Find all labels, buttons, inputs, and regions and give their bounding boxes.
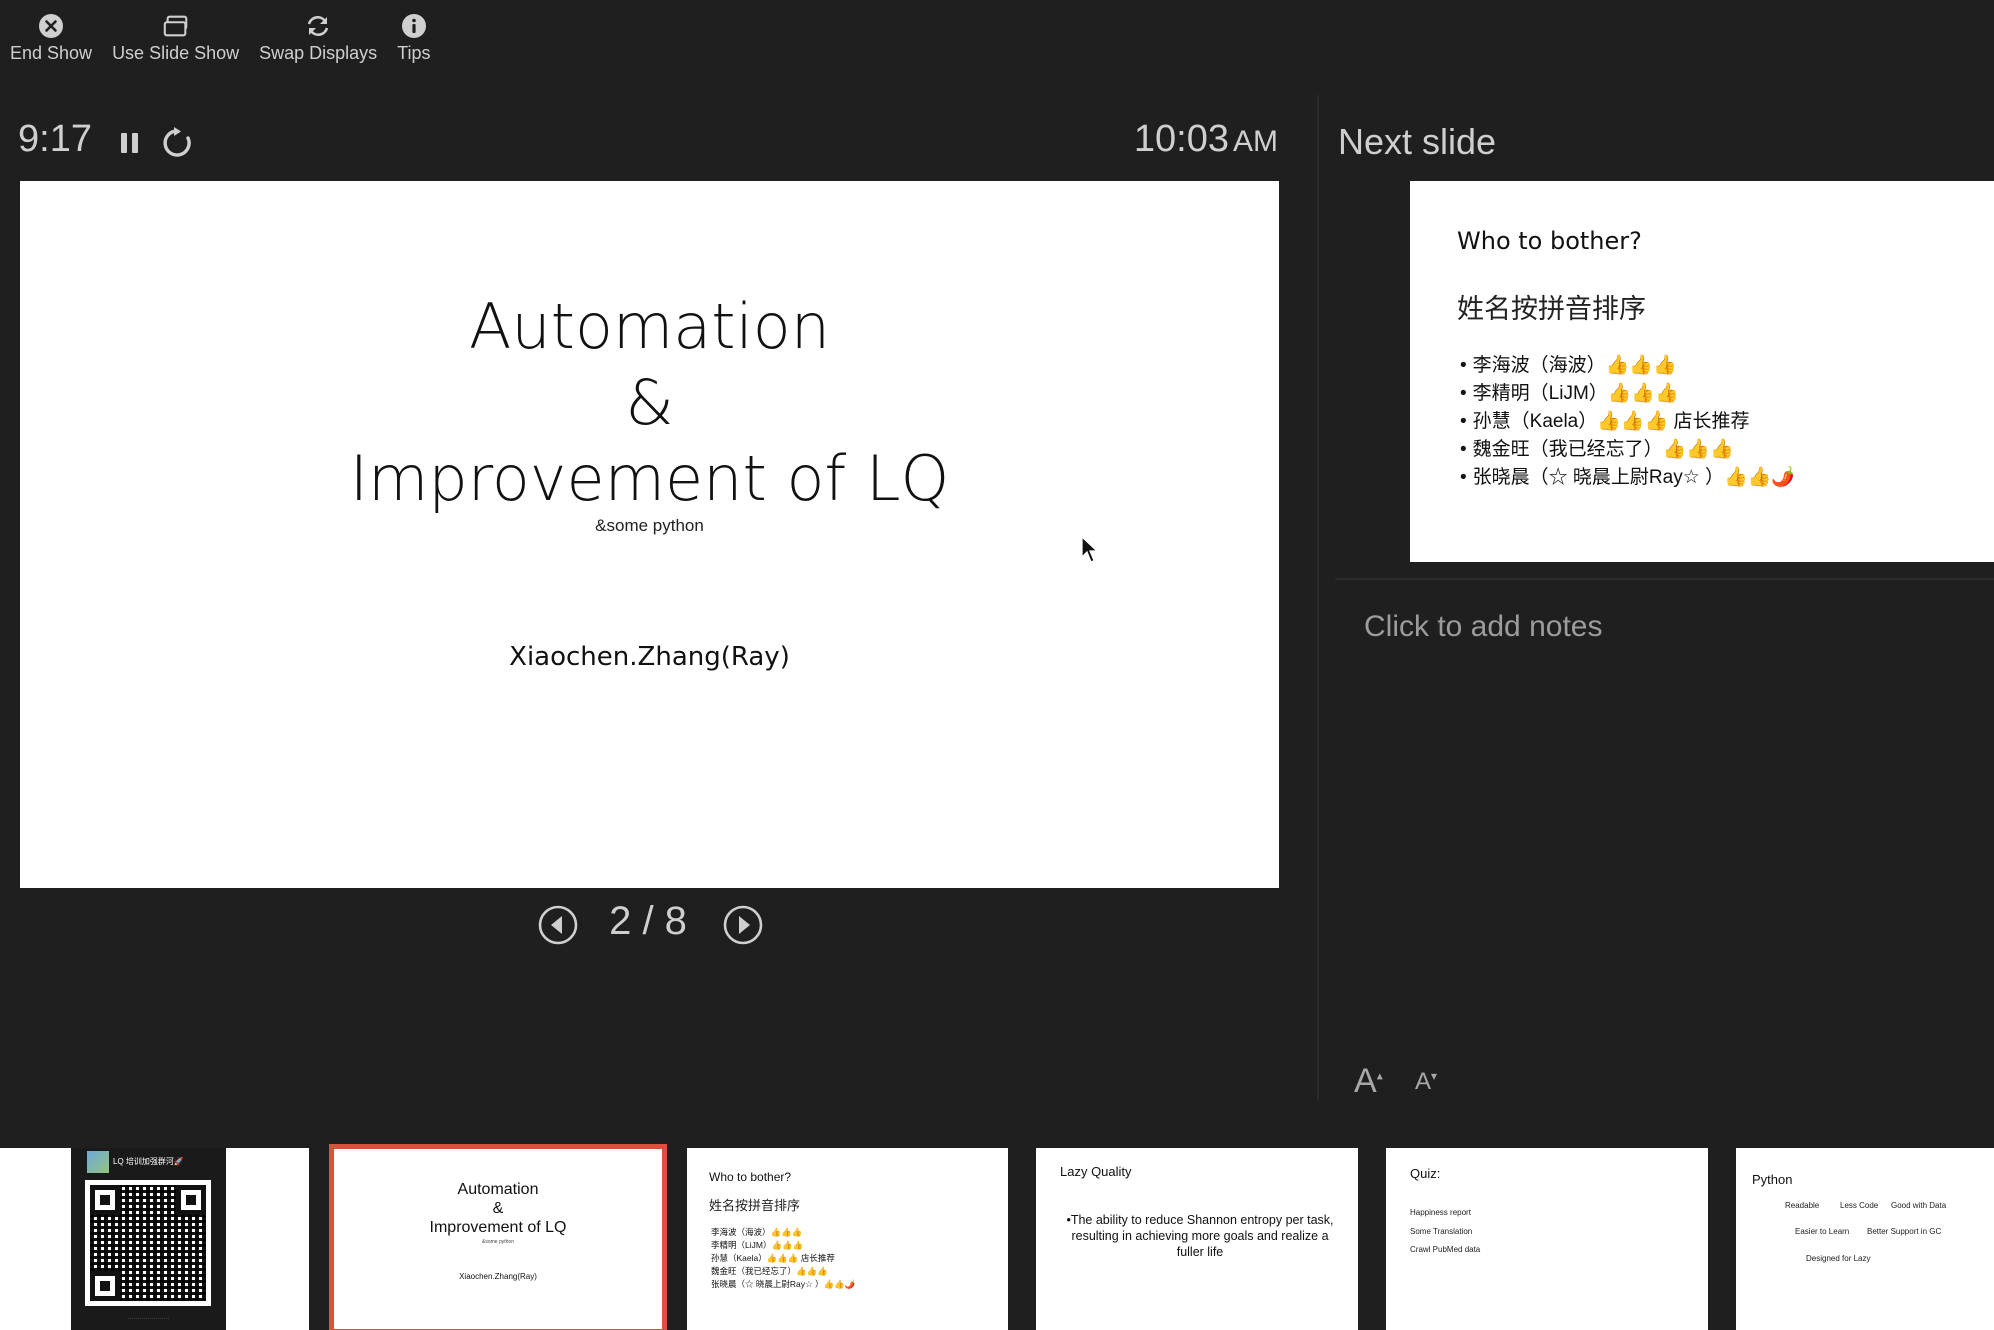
slide-subtitle: &some python (595, 516, 704, 535)
increase-font-button[interactable]: A▴ (1354, 1062, 1383, 1101)
use-slide-show-label: Use Slide Show (112, 43, 240, 63)
slide-thumbnail-1[interactable]: LQ 培训加强群河🚀 ····················· (0, 1148, 309, 1330)
end-show-label: End Show (10, 43, 93, 63)
list-item: 李精明（LiJM）👍👍👍 (1460, 380, 1795, 408)
end-show-button[interactable]: End Show (0, 0, 102, 78)
thumb-author: Xiaochen.Zhang(Ray) (459, 1272, 537, 1281)
clock-ampm: AM (1233, 125, 1278, 158)
decrease-font-button[interactable]: A▾ (1415, 1068, 1437, 1096)
window-stack-icon (162, 12, 190, 40)
next-arrow-icon (723, 905, 763, 945)
list-item: 李精明（LiJM）👍👍👍 (711, 1240, 804, 1250)
list-item: 孙慧（Kaela）👍👍👍 店长推荐 (1460, 408, 1795, 436)
thumb-title-line2: & (492, 1200, 504, 1217)
thumb-list: Happiness report Some Translation Crawl … (1410, 1204, 1480, 1260)
thumb-title-line1: Automation (457, 1181, 539, 1198)
slide-title-line2: & (625, 366, 674, 439)
thumb-title: Automation & Improvement of LQ (333, 1180, 663, 1237)
list-item: Some Translation (1410, 1226, 1473, 1236)
next-slide-subtitle: 姓名按拼音排序 (1457, 294, 1646, 324)
thumb-list: 李海波（海波）👍👍👍 李精明（LiJM）👍👍👍 孙慧（Kaela）👍👍👍 店长推… (711, 1226, 855, 1291)
thumb-title: Quiz: (1410, 1166, 1441, 1181)
slide-filmstrip: LQ 培训加强群河🚀 ····················· Automat… (0, 1140, 1994, 1330)
close-circle-icon (37, 12, 65, 40)
next-slide-title: Who to bother? (1457, 227, 1642, 255)
list-item: 孙慧（Kaela）👍👍👍 店长推荐 (711, 1253, 835, 1263)
notes-field[interactable]: Click to add notes (1364, 610, 1602, 644)
notes-divider (1335, 578, 1994, 580)
toolbar: End Show Use Slide Show Swap Displays Ti… (0, 0, 441, 78)
thumb-subtitle: 姓名按拼音排序 (709, 1198, 801, 1213)
swap-icon (304, 12, 332, 40)
swap-displays-label: Swap Displays (259, 43, 378, 63)
qr-card: LQ 培训加强群河🚀 ····················· (71, 1148, 226, 1330)
info-icon (400, 12, 428, 40)
restart-icon (163, 127, 191, 157)
qr-footer: ····················· (127, 1316, 170, 1322)
next-slide-heading: Next slide (1338, 121, 1497, 162)
slide-thumbnail-2[interactable]: Automation & Improvement of LQ &some pyt… (329, 1144, 667, 1330)
slide-thumbnail-5[interactable]: Quiz: Happiness report Some Translation … (1386, 1148, 1708, 1330)
previous-arrow-icon (538, 905, 578, 945)
thumb-subtitle: &some python (482, 1239, 514, 1245)
clock-time: 10:03 (1133, 118, 1229, 160)
panel-divider[interactable] (1317, 95, 1319, 1100)
slide-title-line1: Automation (468, 290, 831, 363)
list-item: 李海波（海波）👍👍👍 (711, 1227, 803, 1237)
list-item: 李海波（海波）👍👍👍 (1460, 352, 1795, 380)
slide-author: Xiaochen.Zhang(Ray) (509, 642, 790, 672)
python-tag: Designed for Lazy (1806, 1254, 1871, 1263)
elapsed-timer: 9:17 (18, 118, 92, 160)
increase-font-label: A (1354, 1062, 1377, 1100)
list-item: 张晓晨（☆ 晓晨上尉Ray☆ ）👍👍🌶️ (711, 1279, 856, 1289)
python-tag: Less Code (1840, 1201, 1879, 1210)
slide-thumbnail-4[interactable]: Lazy Quality •The ability to reduce Shan… (1036, 1148, 1358, 1330)
thumb-title: Who to bother? (709, 1170, 792, 1184)
slide-title-line3: Improvement of LQ (349, 442, 950, 515)
slide-thumbnail-3[interactable]: Who to bother? 姓名按拼音排序 李海波（海波）👍👍👍 李精明（Li… (687, 1148, 1008, 1330)
list-item: 张晓晨（☆ 晓晨上尉Ray☆ ）👍👍🌶️ (1460, 464, 1795, 492)
use-slide-show-button[interactable]: Use Slide Show (102, 0, 249, 78)
slide-thumbnail-6[interactable]: Python Readable Less Code Good with Data… (1736, 1148, 1994, 1330)
next-slide-button[interactable] (723, 905, 763, 945)
thumb-title-line3: Improvement of LQ (429, 1219, 567, 1236)
list-item: Crawl PubMed data (1410, 1245, 1481, 1254)
list-item: Happiness report (1410, 1208, 1471, 1217)
python-tag: Easier to Learn (1795, 1227, 1850, 1236)
list-item: 魏金旺（我已经忘了）👍👍👍 (1460, 436, 1795, 464)
python-tag: Good with Data (1891, 1201, 1947, 1210)
pause-timer-button[interactable] (117, 130, 143, 156)
next-slide-list: 李海波（海波）👍👍👍 李精明（LiJM）👍👍👍 孙慧（Kaela）👍👍👍 店长推… (1460, 352, 1795, 492)
decrease-font-label: A (1415, 1068, 1432, 1095)
group-avatar (87, 1151, 109, 1173)
reset-timer-button[interactable] (160, 126, 194, 160)
swap-displays-button[interactable]: Swap Displays (249, 0, 387, 78)
thumb-body: •The ability to reduce Shannon entropy p… (1066, 1213, 1334, 1259)
pause-icon (121, 133, 138, 153)
python-tag: Better Support in GC (1867, 1227, 1942, 1236)
qr-code (85, 1180, 211, 1306)
slide-title: Automation & Improvement of LQ (20, 289, 1279, 517)
list-item: 魏金旺（我已经忘了）👍👍👍 (711, 1266, 828, 1276)
thumb-title: Lazy Quality (1060, 1164, 1132, 1179)
current-time: 10:03 AM (1134, 118, 1278, 161)
slide-counter: 2 / 8 (609, 899, 687, 943)
mouse-pointer-icon (1081, 535, 1099, 564)
qr-caption: LQ 培训加强群河🚀 (113, 1157, 184, 1166)
current-slide[interactable]: Automation & Improvement of LQ &some pyt… (20, 181, 1279, 888)
tips-label: Tips (397, 43, 431, 63)
python-tag: Readable (1785, 1201, 1820, 1210)
tips-button[interactable]: Tips (387, 0, 440, 78)
previous-slide-button[interactable] (538, 905, 578, 945)
thumb-title: Python (1752, 1172, 1793, 1187)
next-slide-preview: Who to bother? 姓名按拼音排序 李海波（海波）👍👍👍 李精明（Li… (1410, 181, 1994, 562)
